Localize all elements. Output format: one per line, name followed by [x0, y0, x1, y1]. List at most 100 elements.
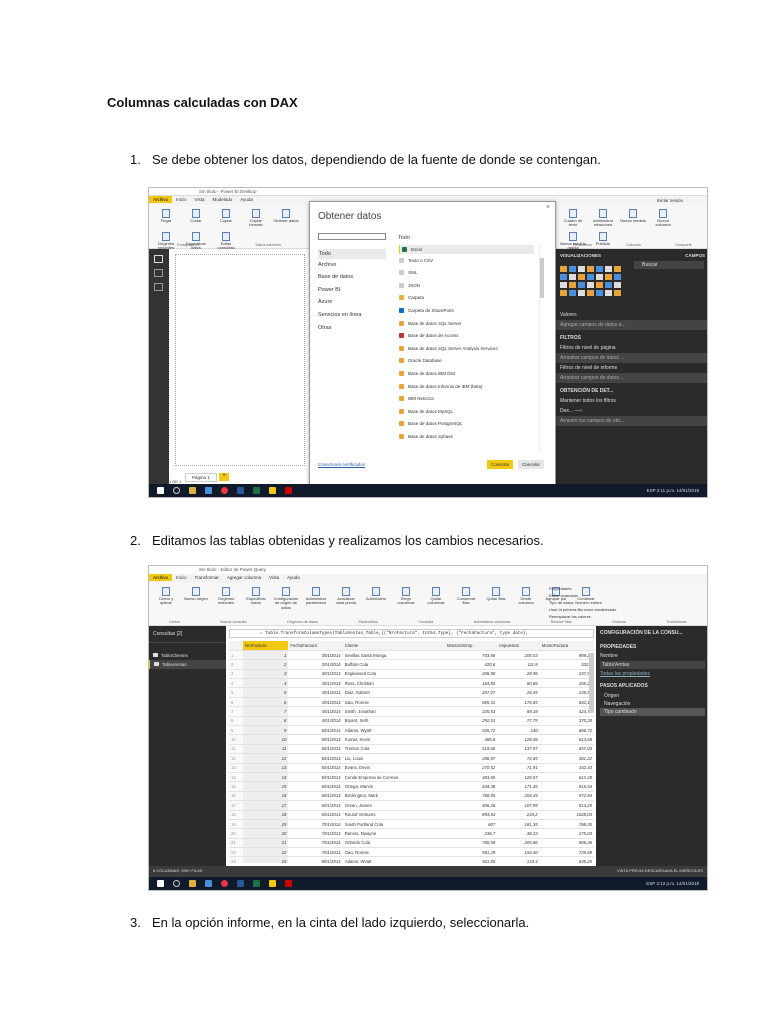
ribbon-tab[interactable]: Ayuda — [283, 574, 304, 581]
ribbon-tab[interactable]: Inicio — [172, 574, 191, 581]
visual-type-icon[interactable] — [605, 266, 612, 272]
ribbon-tab[interactable]: Vista — [191, 196, 209, 203]
table-cell[interactable]: 909,22 — [539, 650, 594, 661]
ribbon-button[interactable]: Administrar parámetros — [303, 587, 329, 610]
ribbon-button[interactable]: Especificar datos — [183, 231, 209, 251]
table-cell[interactable]: 406,26 — [445, 800, 498, 811]
formula-bar[interactable]: = Table.TransformColumnTypes(TablaVentas… — [229, 629, 594, 638]
category-0[interactable]: Todo — [318, 249, 386, 259]
start-icon[interactable] — [157, 487, 164, 494]
table-cell[interactable]: 6 — [243, 697, 289, 708]
visual-type-icon[interactable] — [605, 282, 612, 288]
ribbon-tab[interactable]: Ayuda — [236, 196, 257, 203]
visual-type-icon[interactable] — [560, 282, 567, 288]
table-cell[interactable]: 19 — [243, 819, 289, 830]
table-cell[interactable]: 28,45 — [497, 687, 540, 698]
ribbon-button[interactable]: Quitar columnas — [423, 587, 449, 610]
table-cell[interactable]: 71,91 — [497, 763, 540, 773]
table-cell[interactable]: 342,43 — [539, 763, 594, 773]
table-cell[interactable]: 657,03 — [539, 744, 594, 755]
category-2[interactable]: Base de datos — [318, 274, 353, 280]
table-cell[interactable]: Conde Empresa de Correos — [342, 772, 446, 783]
table-cell[interactable]: 14 — [243, 772, 289, 783]
data-source-item[interactable]: Base de datos Sybase — [399, 434, 453, 439]
fields-search[interactable]: Buscar — [634, 261, 704, 269]
data-source-item[interactable]: Carpeta — [399, 295, 424, 301]
add-page-button[interactable]: + — [219, 473, 229, 481]
visual-type-icon[interactable] — [614, 282, 621, 288]
category-4[interactable]: Azure — [318, 299, 332, 305]
visual-type-icon[interactable] — [614, 290, 621, 296]
table-cell[interactable]: 361,22 — [539, 753, 594, 764]
query-item[interactable]: TablaClientes — [149, 651, 226, 660]
search-icon[interactable] — [173, 487, 180, 494]
table-cell[interactable]: 77,79 — [497, 716, 540, 727]
table-cell[interactable]: 140 — [497, 725, 540, 736]
data-source-item[interactable]: Base de datos de Access — [399, 333, 459, 339]
table-cell[interactable]: 485,6 — [445, 734, 498, 745]
ribbon-button[interactable]: Nueva columna — [650, 209, 676, 228]
data-source-item[interactable]: Carpeta de SharePoint — [399, 308, 454, 313]
table-cell[interactable]: 5/01/2014 — [288, 753, 343, 764]
ribbon-tab[interactable]: Inicio — [172, 196, 191, 203]
table-cell[interactable]: 107,99 — [497, 800, 540, 811]
table-cell[interactable]: 768,35 — [539, 819, 594, 830]
table-cell[interactable]: 3/01/2014 — [288, 669, 343, 680]
table-cell[interactable]: 9 — [243, 725, 289, 736]
data-source-item[interactable]: Base de datos PostgreSQL — [399, 421, 463, 427]
table-cell[interactable]: 424,71 — [539, 706, 594, 717]
ribbon-button[interactable]: Nueva medida rápida — [560, 231, 586, 251]
table-cell[interactable]: 205,86 — [497, 838, 540, 849]
table-cell[interactable]: 5/01/2014 — [288, 772, 343, 783]
excel-icon[interactable] — [253, 880, 260, 887]
ribbon-button[interactable]: Publicar — [590, 231, 616, 251]
search-input[interactable] — [318, 233, 386, 240]
visual-type-icon[interactable] — [569, 266, 576, 272]
folder-icon[interactable] — [189, 880, 196, 887]
ribbon-button[interactable]: Actualizar vista previa — [333, 587, 359, 610]
table-cell[interactable]: 28,96 — [497, 669, 540, 680]
table-cell[interactable]: 16 — [243, 791, 289, 802]
table-cell[interactable]: 2 — [243, 659, 289, 670]
table-cell[interactable]: Bryant, Seth — [342, 716, 446, 727]
connect-button[interactable]: Conectar — [487, 460, 514, 469]
table-cell[interactable]: 208,98 — [445, 669, 498, 680]
ribbon-small-button[interactable]: Editor avanzado — [549, 592, 616, 599]
table-cell[interactable]: 1028,03 — [539, 810, 594, 820]
ribbon-button[interactable]: Dividir columna — [513, 587, 539, 610]
table-cell[interactable]: 4/01/2014 — [288, 678, 343, 689]
table-cell[interactable]: 8/01/2014 — [288, 856, 343, 863]
table-cell[interactable]: Round Ventures — [342, 810, 446, 820]
table-cell[interactable]: 5/01/2014 — [288, 763, 343, 773]
table-cell[interactable]: 420,6 — [445, 659, 498, 670]
table-cell[interactable]: 204,29 — [497, 791, 540, 802]
ribbon-tab[interactable]: Archivo — [149, 574, 173, 581]
ribbon-tab[interactable]: Agregar columna — [223, 574, 265, 581]
store-icon[interactable] — [205, 487, 212, 494]
table-cell[interactable]: 5/01/2014 — [288, 781, 343, 792]
chrome-icon[interactable] — [221, 487, 228, 494]
report-canvas[interactable] — [175, 254, 305, 466]
store-icon[interactable] — [205, 880, 212, 887]
visual-type-icon[interactable] — [578, 282, 585, 288]
table-cell[interactable]: 17 — [243, 800, 289, 811]
visual-type-icon[interactable] — [587, 282, 594, 288]
table-cell[interactable]: Brickington, Mark — [342, 791, 446, 802]
table-cell[interactable]: 5/01/2014 — [288, 744, 343, 755]
table-cell[interactable]: 137,97 — [497, 744, 540, 755]
ribbon-button[interactable]: Quitar filas — [483, 587, 509, 610]
table-cell[interactable]: 6/01/2014 — [288, 791, 343, 802]
visual-type-icon[interactable] — [596, 282, 603, 288]
data-source-item[interactable]: IBM Netezza — [399, 396, 434, 402]
ribbon-button[interactable]: Obtener datos — [273, 209, 299, 228]
table-cell[interactable]: Trenton Cola — [342, 744, 446, 755]
table-cell[interactable]: 237,94 — [539, 669, 594, 680]
visual-type-icon[interactable] — [605, 290, 612, 296]
table-cell[interactable]: 235,52 — [539, 687, 594, 698]
table-cell[interactable]: 6/01/2014 — [288, 810, 343, 820]
ribbon-button[interactable]: Nuevo origen — [183, 587, 209, 610]
data-source-item[interactable]: Texto o CSV — [399, 257, 433, 263]
table-cell[interactable]: Kumar, Kevin — [342, 734, 446, 745]
table-cell[interactable]: 38,33 — [497, 828, 540, 839]
visual-type-icon[interactable] — [569, 290, 576, 296]
